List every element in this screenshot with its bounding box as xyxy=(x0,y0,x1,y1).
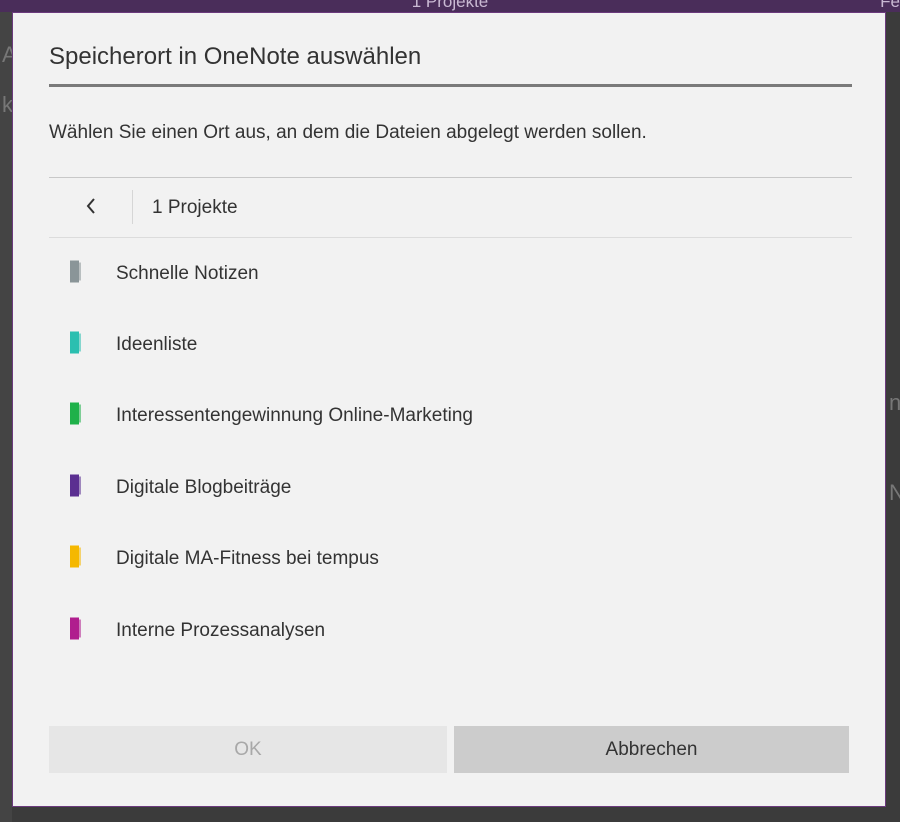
chevron-left-icon xyxy=(85,197,97,220)
background-sidebar xyxy=(0,12,12,822)
ok-button[interactable]: OK xyxy=(49,726,447,773)
back-button[interactable] xyxy=(71,191,111,225)
background-text: N xyxy=(889,480,900,505)
section-item-label: Ideenliste xyxy=(116,334,198,356)
section-item-label: Digitale MA-Fitness bei tempus xyxy=(116,548,379,570)
section-item[interactable]: Ideenliste xyxy=(49,309,852,380)
section-tab-icon xyxy=(70,402,82,431)
background-text: n xyxy=(889,390,900,415)
section-item-label: Interessentengewinnung Online-Marketing xyxy=(116,405,473,427)
section-item[interactable]: Schnelle Notizen xyxy=(49,238,852,309)
section-item[interactable]: Interessentengewinnung Online-Marketing xyxy=(49,381,852,452)
section-item[interactable]: Digitale MA-Fitness bei tempus xyxy=(49,524,852,595)
section-list: Schnelle Notizen Ideenliste Interessenteng… xyxy=(49,238,852,666)
location-picker-dialog: Speicherort in OneNote auswählen Wählen … xyxy=(12,12,886,807)
app-title: 1 Projekte xyxy=(411,0,489,11)
section-item[interactable]: Interne Prozessanalysen xyxy=(49,595,852,666)
section-tab-icon xyxy=(70,616,82,645)
cancel-button[interactable]: Abbrechen xyxy=(454,726,849,773)
dialog-title: Speicherort in OneNote auswählen xyxy=(49,43,422,70)
section-tab-icon xyxy=(70,473,82,502)
section-tab-icon xyxy=(70,545,82,574)
title-divider xyxy=(49,84,852,87)
app-titlebar-right-label: Fe xyxy=(880,0,900,11)
dialog-instruction: Wählen Sie einen Ort aus, an dem die Dat… xyxy=(49,122,647,143)
breadcrumb: 1 Projekte xyxy=(152,197,238,218)
section-tab-icon xyxy=(70,259,82,288)
section-tab-icon xyxy=(70,331,82,360)
app-titlebar: 1 Projekte Fe xyxy=(0,0,900,12)
section-item[interactable]: Digitale Blogbeiträge xyxy=(49,452,852,523)
section-item-label: Schnelle Notizen xyxy=(116,262,259,284)
section-item-label: Digitale Blogbeiträge xyxy=(116,476,292,498)
divider xyxy=(49,177,852,178)
section-item-label: Interne Prozessanalysen xyxy=(116,619,326,641)
divider xyxy=(132,190,133,224)
